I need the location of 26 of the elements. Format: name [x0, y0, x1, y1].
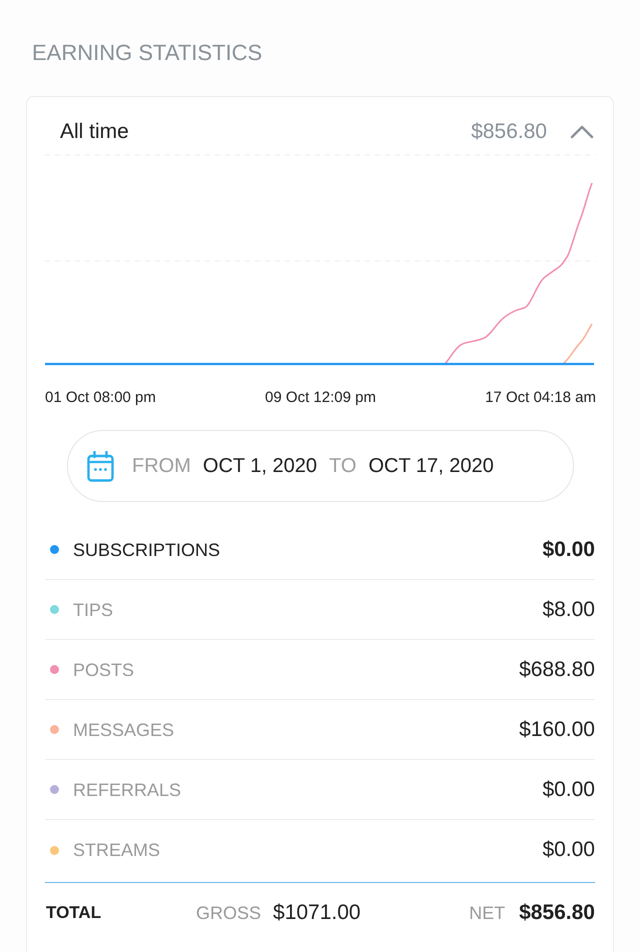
gross-value: $1071.00	[273, 900, 361, 924]
period-label: All time	[60, 120, 129, 144]
total-label: TOTAL	[46, 902, 102, 924]
period-total: $856.80	[471, 120, 547, 144]
axis-label: 17 Oct 04:18 am	[485, 388, 596, 408]
amount-value: $0.00	[542, 838, 595, 862]
net-value: $856.80	[519, 900, 595, 924]
chevron-up-icon	[570, 125, 594, 139]
calendar-icon	[87, 450, 114, 482]
section-title: EARNING STATISTICS	[32, 40, 262, 66]
category-label[interactable]: TIPS	[73, 598, 114, 620]
amount-value: $688.80	[519, 658, 595, 682]
category-label[interactable]: STREAMS	[73, 839, 160, 861]
axis-label: 01 Oct 08:00 pm	[45, 388, 156, 408]
date-range-button[interactable]: FROM OCT 1, 2020 TO OCT 17, 2020	[67, 430, 574, 502]
amount-value: $160.00	[519, 718, 595, 742]
amount-value: $8.00	[542, 598, 595, 622]
category-label[interactable]: POSTS	[73, 658, 134, 680]
amount-value: $0.00	[542, 538, 595, 562]
gross-label: GROSS	[196, 902, 262, 924]
axis-label: 09 Oct 12:09 pm	[265, 388, 376, 408]
category-label[interactable]: REFERRALS	[73, 778, 182, 800]
amount-value: $0.00	[542, 778, 595, 802]
category-label[interactable]: SUBSCRIPTIONS	[73, 538, 220, 560]
net-label: NET	[469, 902, 506, 924]
category-label[interactable]: MESSAGES	[73, 718, 174, 740]
